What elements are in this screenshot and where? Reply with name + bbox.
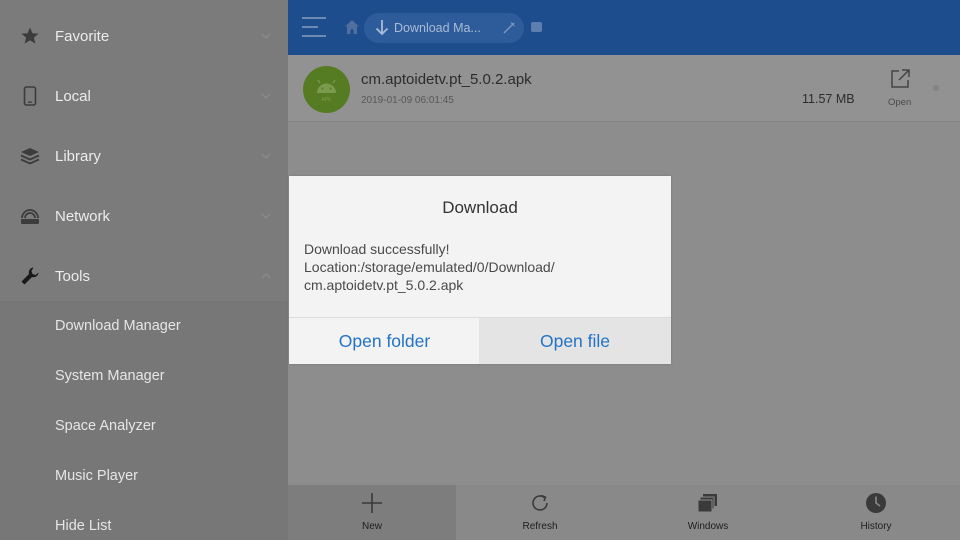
edit-icon[interactable] [502,21,516,35]
library-icon [20,148,40,165]
tools-submenu: Download Manager System Manager Space An… [0,301,288,540]
sidebar: Favorite Local Library Network Tools Dow… [0,0,288,540]
submenu-item-music-player[interactable]: Music Player [0,451,288,501]
chevron-down-icon [261,93,271,100]
plus-icon [362,493,382,513]
file-date: 2019-01-09 06:01:45 [361,95,454,106]
breadcrumb-label: Download Ma... [394,21,481,35]
open-folder-button[interactable]: Open folder [289,317,480,364]
chevron-down-icon [261,33,271,40]
sidebar-item-local[interactable]: Local [0,66,288,126]
bottom-toolbar: New Refresh Windows History [288,485,960,540]
network-icon [21,209,39,224]
open-file-action[interactable]: Open [886,67,914,111]
new-button[interactable]: New [288,485,456,540]
new-button-label: New [361,521,382,532]
windows-button[interactable]: Windows [624,485,792,540]
apk-file-icon: APK [303,66,350,113]
submenu-item-download-manager[interactable]: Download Manager [0,301,288,351]
sidebar-item-network[interactable]: Network [0,186,288,246]
refresh-button[interactable]: Refresh [456,485,624,540]
windows-icon [697,494,717,513]
row-menu-handle[interactable] [933,85,939,91]
submenu-item-label: Hide List [55,518,112,534]
star-icon [21,27,39,44]
refresh-button-label: Refresh [522,521,558,532]
history-icon [866,493,886,513]
chevron-up-icon [261,272,271,279]
windows-button-label: Windows [687,521,729,532]
submenu-item-label: Space Analyzer [55,418,156,434]
history-button[interactable]: History [792,485,960,540]
chevron-down-icon [261,213,271,220]
open-action-label: Open [888,97,912,108]
phone-icon [23,86,37,106]
dialog-message: Download successfully! Location:/storage… [304,241,555,293]
download-complete-dialog: Download Download successfully! Location… [289,176,671,364]
sidebar-item-favorite[interactable]: Favorite [0,6,288,66]
sidebar-item-label: Tools [55,267,91,285]
sidebar-item-library[interactable]: Library [0,126,288,186]
submenu-item-system-manager[interactable]: System Manager [0,351,288,401]
list-item[interactable]: APK cm.aptoidetv.pt_5.0.2.apk 2019-01-09… [288,55,960,122]
refresh-icon [532,494,548,511]
apk-badge-text: APK [321,97,332,103]
home-icon[interactable] [344,19,360,35]
submenu-item-label: Music Player [55,468,138,484]
open-file-button[interactable]: Open file [479,317,671,364]
history-button-label: History [860,521,892,532]
menu-icon[interactable] [302,16,326,38]
breadcrumb[interactable]: Download Ma... [364,13,524,43]
submenu-item-hide-list[interactable]: Hide List [0,501,288,540]
submenu-item-label: Download Manager [55,318,181,334]
open-external-icon [891,69,910,88]
download-arrow-icon [375,20,389,36]
chevron-down-icon [261,153,271,160]
submenu-item-space-analyzer[interactable]: Space Analyzer [0,401,288,451]
sidebar-item-label: Local [55,87,91,105]
wrench-icon [21,267,39,285]
dialog-title: Download [442,198,518,217]
sidebar-item-label: Network [55,207,111,225]
file-name: cm.aptoidetv.pt_5.0.2.apk [361,71,532,88]
sidebar-item-label: Library [55,147,101,165]
sidebar-item-tools[interactable]: Tools [0,246,288,306]
file-size: 11.57 MB [802,92,855,106]
submenu-item-label: System Manager [55,368,165,384]
sidebar-item-label: Favorite [55,27,110,45]
top-bar: Download Ma... [288,0,960,55]
breadcrumb-end-marker [531,22,542,32]
